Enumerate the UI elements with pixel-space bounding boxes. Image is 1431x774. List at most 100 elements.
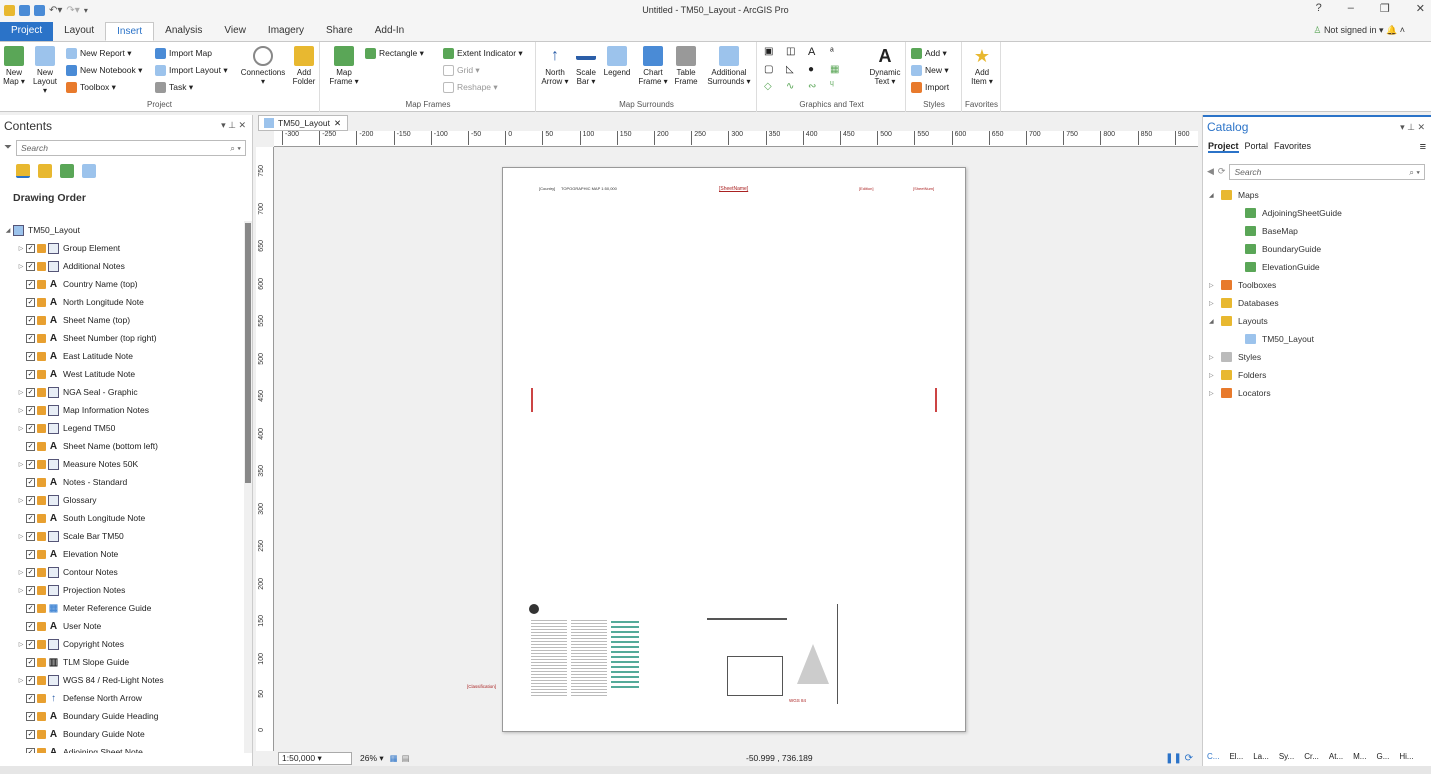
rectangle-text-icon[interactable]: ▣ — [764, 46, 782, 58]
visibility-checkbox[interactable]: ✓ — [26, 477, 35, 487]
pane-tab[interactable]: Cr... — [1304, 752, 1319, 766]
pane-tab[interactable]: C... — [1207, 752, 1219, 766]
tab-share[interactable]: Share — [315, 22, 364, 41]
add-folder-button[interactable]: Add Folder — [290, 46, 318, 86]
contents-item[interactable]: ▷ ✓ Measure Notes 50K — [0, 455, 244, 473]
contents-item[interactable]: ▷ ✓ Projection Notes — [0, 581, 244, 599]
lock-icon[interactable] — [37, 603, 46, 613]
lock-icon[interactable] — [37, 729, 46, 739]
scale-dropdown[interactable]: 1:50,000 ▾ — [278, 752, 352, 765]
new-report-button[interactable]: New Report ▾ — [66, 46, 132, 60]
scale-bar-button[interactable]: Scale Bar ▾ — [573, 46, 599, 86]
contents-item[interactable]: ✓ A Boundary Guide Note — [0, 725, 244, 743]
lock-icon[interactable] — [37, 711, 46, 721]
table-frame-button[interactable]: Table Frame — [671, 46, 701, 86]
expand-icon[interactable]: ▷ — [1209, 390, 1221, 397]
map-frame-button[interactable]: Map Frame ▾ — [329, 46, 359, 86]
contents-item[interactable]: ▷ ✓ Additional Notes — [0, 257, 244, 275]
sign-in-status[interactable]: ♙ Not signed in ▾ 🔔 ˄ — [1313, 25, 1405, 36]
catalog-tab-portal[interactable]: Portal — [1245, 141, 1269, 153]
snapping-icon[interactable] — [82, 164, 96, 178]
polygon-text-icon[interactable]: ◫ — [786, 46, 804, 58]
contents-item[interactable]: ✓ ↑ Defense North Arrow — [0, 689, 244, 707]
visibility-checkbox[interactable]: ✓ — [26, 657, 35, 667]
lock-icon[interactable] — [37, 639, 46, 649]
contents-item[interactable]: ▷ ✓ Group Element — [0, 239, 244, 257]
lock-icon[interactable] — [37, 747, 46, 753]
lock-icon[interactable] — [37, 495, 46, 505]
expand-icon[interactable]: ▷ — [16, 677, 26, 684]
pane-controls[interactable]: ▾ ⊥ ✕ — [221, 120, 246, 131]
expand-icon[interactable]: ▷ — [16, 407, 26, 414]
search-icon[interactable]: ⌕ ▾ — [230, 141, 241, 155]
contents-item[interactable]: ✓ A East Latitude Note — [0, 347, 244, 365]
pane-tab[interactable]: El... — [1229, 752, 1243, 766]
lasso-icon[interactable]: ◺ — [786, 64, 804, 75]
catalog-item[interactable]: BoundaryGuide — [1203, 240, 1431, 258]
refresh-icon[interactable]: ⟳ — [1218, 166, 1226, 177]
lock-icon[interactable] — [37, 693, 46, 703]
catalog-tab-project[interactable]: Project — [1208, 141, 1239, 153]
rectangle-button[interactable]: Rectangle ▾ — [365, 46, 424, 60]
contents-item[interactable]: ✓ A North Longitude Note — [0, 293, 244, 311]
visibility-checkbox[interactable]: ✓ — [26, 693, 35, 703]
lock-icon[interactable] — [37, 261, 46, 271]
new-notebook-button[interactable]: New Notebook ▾ — [66, 63, 142, 77]
graphics-gallery[interactable]: ▣ ◫ A ᵃ ▢ ◺ ● ▦ ◇ ∿ ∾ ᶣ — [764, 46, 854, 92]
pane-tab[interactable]: G... — [1376, 752, 1389, 766]
rectangle-icon[interactable]: ▢ — [764, 64, 782, 75]
drawing-order-icon[interactable] — [16, 164, 30, 178]
expand-icon[interactable]: ▷ — [16, 245, 26, 252]
visibility-checkbox[interactable]: ✓ — [26, 441, 35, 451]
tree-root[interactable]: ◢ TM50_Layout — [3, 221, 80, 239]
visibility-checkbox[interactable]: ✓ — [26, 639, 35, 649]
catalog-item[interactable]: ◢ Layouts — [1203, 312, 1431, 330]
pane-tab[interactable]: La... — [1253, 752, 1269, 766]
catalog-item[interactable]: ▷ Toolboxes — [1203, 276, 1431, 294]
expand-icon[interactable]: ▷ — [1209, 300, 1221, 307]
contents-item[interactable]: ✓ ▦ Meter Reference Guide — [0, 599, 244, 617]
expand-icon[interactable]: ▷ — [16, 389, 26, 396]
notifications-icon[interactable]: 🔔 — [1386, 25, 1397, 35]
visibility-checkbox[interactable]: ✓ — [26, 351, 35, 361]
visibility-checkbox[interactable]: ✓ — [26, 279, 35, 289]
contents-item[interactable]: ✓ A West Latitude Note — [0, 365, 244, 383]
chart-frame-button[interactable]: Chart Frame ▾ — [637, 46, 669, 86]
connections-button[interactable]: Connections ▾ — [238, 46, 288, 86]
expand-icon[interactable]: ◢ — [1209, 192, 1221, 199]
page-icon[interactable]: ▤ — [402, 753, 410, 764]
visibility-checkbox[interactable]: ✓ — [26, 603, 35, 613]
lock-icon[interactable] — [37, 567, 46, 577]
line-icon[interactable]: ∿ — [786, 81, 804, 92]
lock-icon[interactable] — [37, 333, 46, 343]
contents-item[interactable]: ▷ ✓ Copyright Notes — [0, 635, 244, 653]
contents-scrollbar[interactable] — [244, 221, 252, 753]
lock-icon[interactable] — [37, 675, 46, 685]
tab-analysis[interactable]: Analysis — [154, 22, 213, 41]
contents-item[interactable]: ✓ A Elevation Note — [0, 545, 244, 563]
expand-icon[interactable]: ▷ — [1209, 354, 1221, 361]
add-item-button[interactable]: ★ Add Item ▾ — [967, 46, 997, 86]
task-button[interactable]: Task ▾ — [155, 80, 193, 94]
lock-icon[interactable] — [37, 423, 46, 433]
pane-tab[interactable]: M... — [1353, 752, 1366, 766]
lock-icon[interactable] — [37, 279, 46, 289]
lock-icon[interactable] — [37, 657, 46, 667]
contents-item[interactable]: ✓ A Sheet Number (top right) — [0, 329, 244, 347]
contents-item[interactable]: ✓ A Sheet Name (bottom left) — [0, 437, 244, 455]
catalog-tab-favorites[interactable]: Favorites — [1274, 141, 1311, 153]
lock-icon[interactable] — [37, 405, 46, 415]
expand-icon[interactable]: ▷ — [1209, 282, 1221, 289]
visibility-checkbox[interactable]: ✓ — [26, 387, 35, 397]
tab-add-in[interactable]: Add-In — [364, 22, 415, 41]
visibility-checkbox[interactable]: ✓ — [26, 747, 35, 753]
visibility-checkbox[interactable]: ✓ — [26, 333, 35, 343]
lock-icon[interactable] — [37, 441, 46, 451]
layout-page[interactable]: [Country] TOPOGRAPHIC MAP 1:50,000 [Shee… — [467, 167, 966, 732]
zoom-dropdown[interactable]: 26% ▾ — [360, 753, 384, 764]
additional-surrounds-button[interactable]: Additional Surrounds ▾ — [703, 46, 755, 86]
catalog-item[interactable]: BaseMap — [1203, 222, 1431, 240]
new-map-button[interactable]: New Map ▾ — [2, 46, 26, 86]
contents-item[interactable]: ▷ ✓ Glossary — [0, 491, 244, 509]
tab-imagery[interactable]: Imagery — [257, 22, 315, 41]
